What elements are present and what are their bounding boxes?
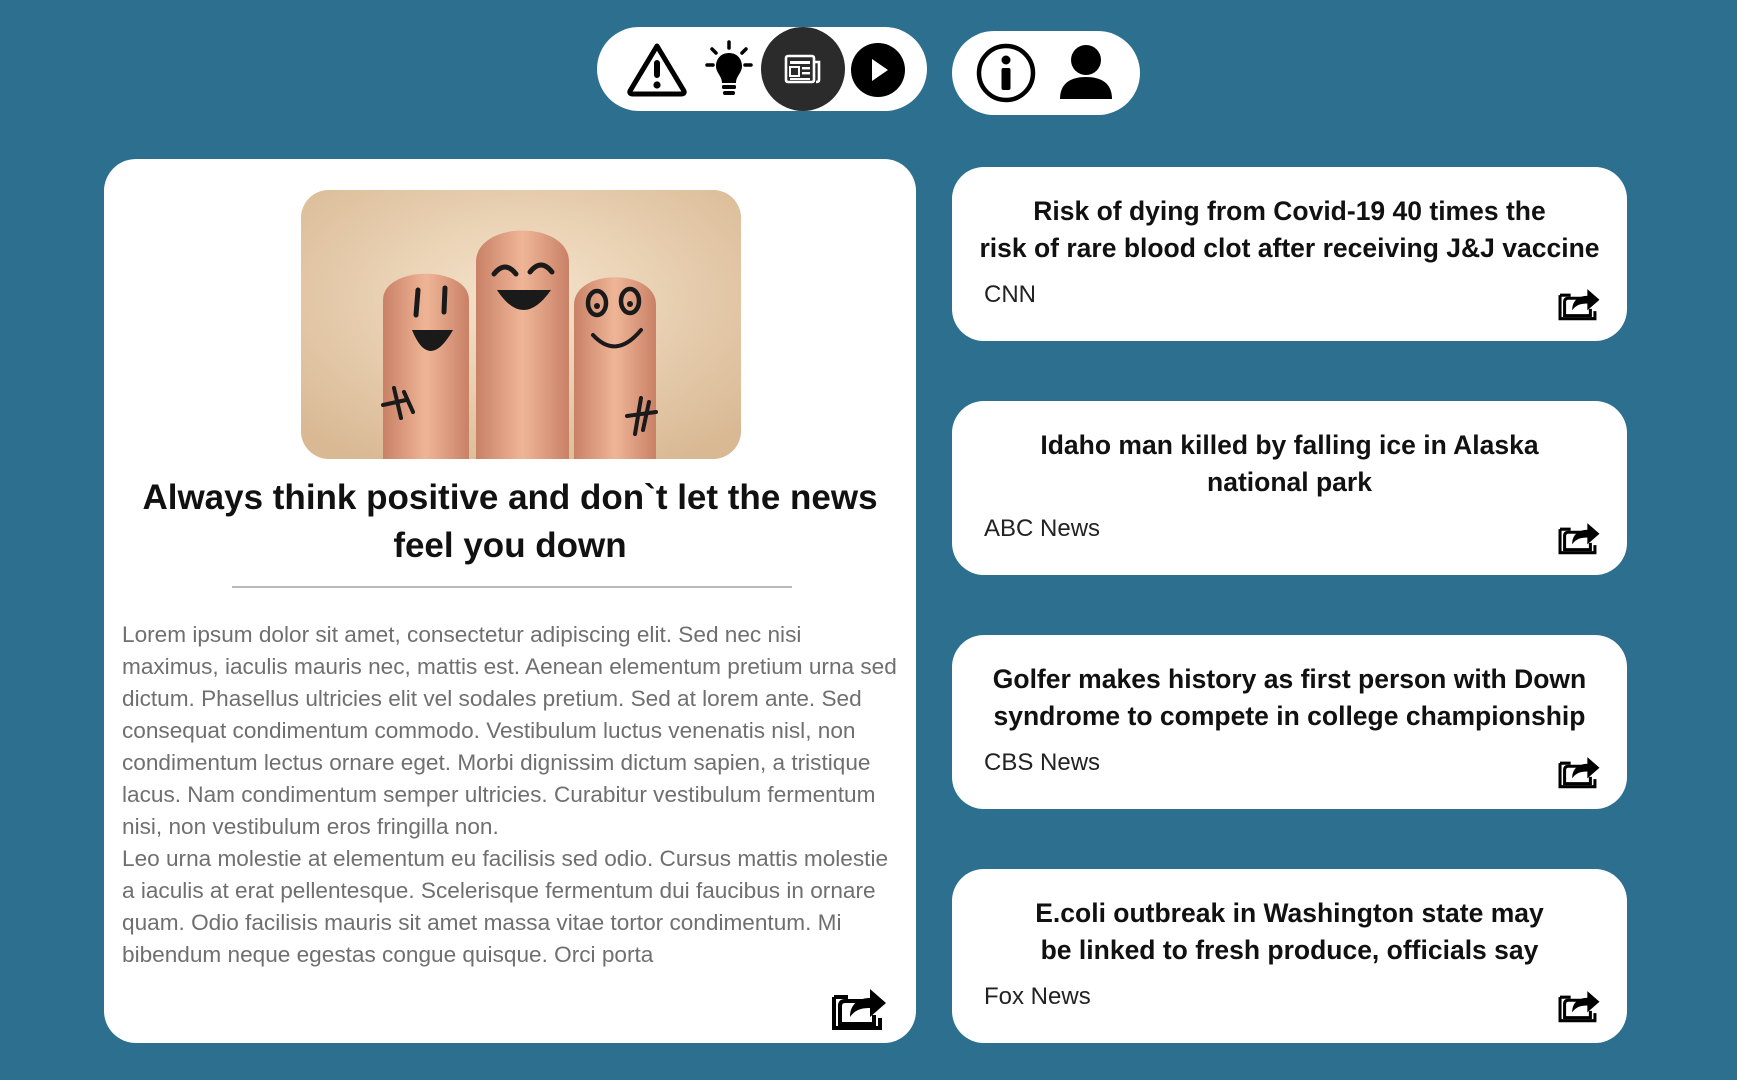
title-divider: [232, 586, 792, 588]
nav-bar-main: [597, 27, 927, 111]
body-paragraph: Leo urna molestie at elementum eu facili…: [122, 846, 889, 967]
share-icon[interactable]: [1557, 517, 1601, 560]
share-icon[interactable]: [1557, 751, 1601, 794]
nav-bar-secondary: [952, 31, 1140, 115]
featured-image: [301, 190, 741, 459]
newspaper-icon[interactable]: [761, 27, 845, 111]
news-source: Fox News: [984, 983, 1091, 1010]
news-card[interactable]: Golfer makes history as first person wit…: [952, 635, 1627, 809]
warning-triangle-icon[interactable]: [625, 40, 689, 98]
news-title: Golfer makes history as first person wit…: [992, 664, 1587, 731]
share-icon[interactable]: [1557, 283, 1601, 326]
featured-article-card[interactable]: Always think positive and don`t let the …: [104, 159, 916, 1043]
news-title: E.coli outbreak in Washington state may …: [1035, 898, 1544, 965]
info-icon[interactable]: [976, 43, 1036, 103]
featured-title: Always think positive and don`t let the …: [142, 478, 878, 565]
featured-body: Lorem ipsum dolor sit amet, consectetur …: [122, 619, 904, 971]
body-paragraph: Lorem ipsum dolor sit amet, consectetur …: [122, 622, 897, 839]
lightbulb-icon[interactable]: [704, 39, 754, 99]
news-source: ABC News: [984, 515, 1101, 542]
news-card[interactable]: Idaho man killed by falling ice in Alask…: [952, 401, 1627, 575]
share-icon[interactable]: [1557, 985, 1601, 1028]
play-icon[interactable]: [850, 42, 906, 98]
news-card[interactable]: E.coli outbreak in Washington state may …: [952, 869, 1627, 1043]
news-title: Risk of dying from Covid-19 40 times the…: [979, 196, 1600, 263]
user-icon[interactable]: [1056, 41, 1116, 103]
news-title: Idaho man killed by falling ice in Alask…: [1040, 430, 1539, 497]
news-source: CBS News: [984, 749, 1101, 776]
news-source: CNN: [984, 281, 1036, 308]
share-icon[interactable]: [830, 981, 888, 1036]
news-card[interactable]: Risk of dying from Covid-19 40 times the…: [952, 167, 1627, 341]
